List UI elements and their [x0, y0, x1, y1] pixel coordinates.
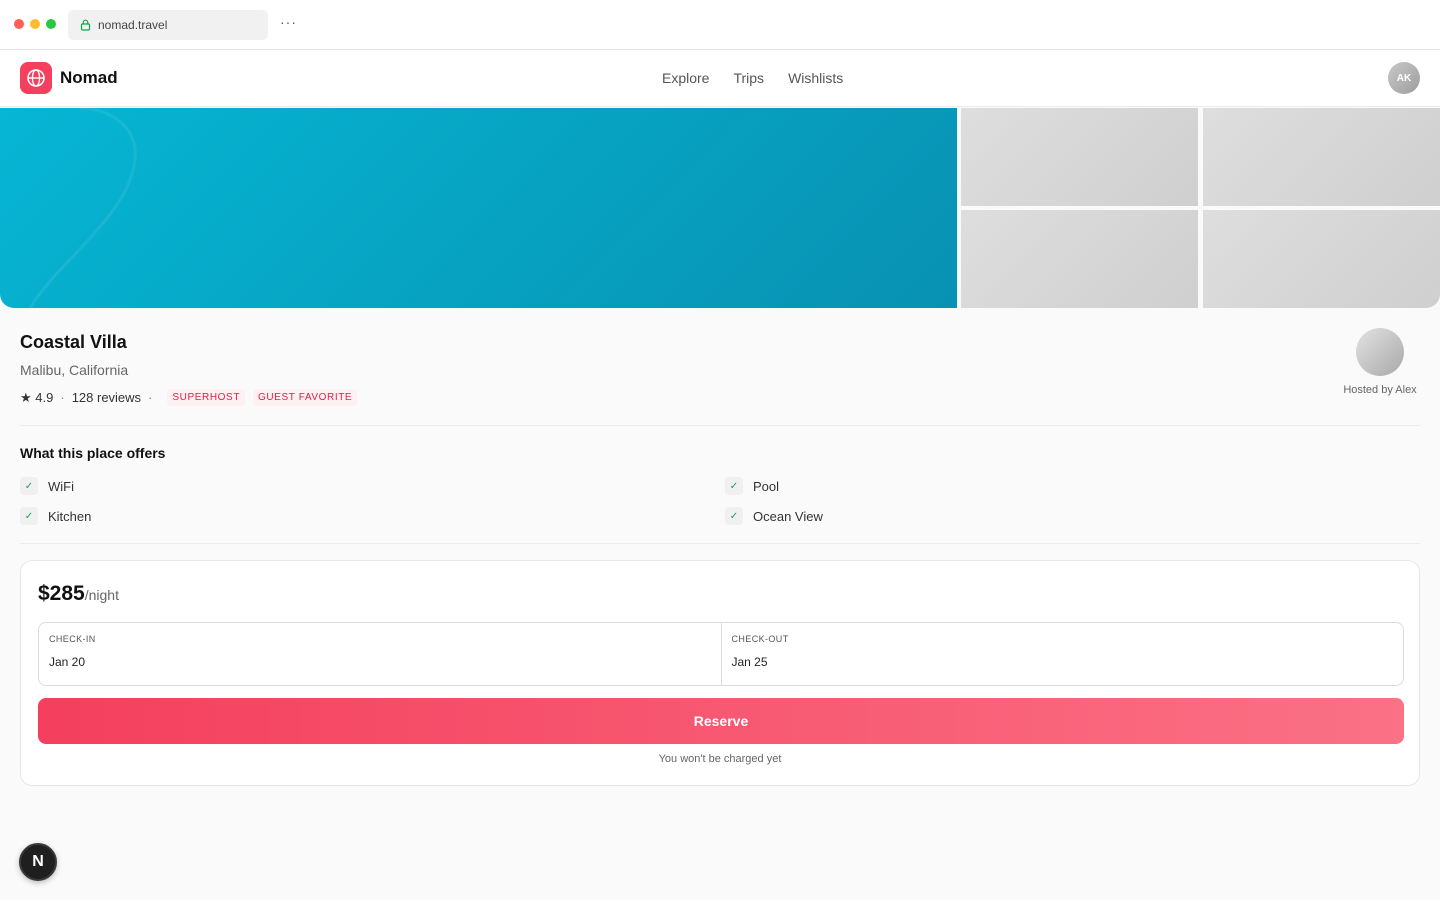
checkin-label: CHECK-IN [49, 634, 96, 644]
booking-card: $285 /night CHECK-IN Jan 20 CHECK-OUT Ja… [20, 560, 1420, 786]
charge-note: You won't be charged yet [658, 753, 782, 765]
amenity-label: WiFi [48, 478, 74, 494]
host-label: Hosted by Alex [1343, 384, 1417, 396]
reviews-link[interactable]: 128 reviews [72, 390, 141, 405]
rating: ★ 4.9 [20, 389, 54, 405]
amenities-title: What this place offers [20, 445, 166, 461]
window-controls [14, 19, 56, 29]
host-info[interactable]: Hosted by Alex [1340, 328, 1420, 396]
check-icon: ✓ [20, 507, 38, 525]
checkout-label: CHECK-OUT [731, 634, 789, 644]
minimize-window-button[interactable] [30, 19, 40, 29]
lock-icon [80, 19, 91, 31]
gallery-photo[interactable] [1203, 210, 1440, 308]
gallery-photo[interactable] [961, 210, 1198, 308]
check-icon: ✓ [725, 507, 743, 525]
divider [20, 543, 1420, 544]
price-unit: /night [84, 587, 119, 603]
listing-meta: ★ 4.9 · 128 reviews · SUPERHOST GUEST FA… [20, 389, 358, 406]
date-picker: CHECK-IN Jan 20 CHECK-OUT Jan 25 [38, 622, 1404, 686]
listing-location: Malibu, California [20, 362, 129, 378]
amenity-pool: ✓ Pool [725, 477, 779, 495]
separator-dot: · [60, 390, 65, 405]
nextjs-devtools-button[interactable]: N [19, 843, 57, 881]
separator-dot: · [148, 390, 153, 405]
globe-logo-icon[interactable] [20, 62, 52, 94]
checkout-value: Jan 25 [731, 655, 768, 669]
check-icon: ✓ [725, 477, 743, 495]
app-header: Nomad Explore Trips Wishlists AK [0, 50, 1440, 107]
user-avatar[interactable]: AK [1388, 62, 1420, 94]
browser-toolbar: nomad.travel ··· [0, 0, 1440, 50]
hero-photo[interactable] [0, 108, 957, 308]
more-options-icon[interactable]: ··· [280, 14, 297, 30]
address-bar[interactable]: nomad.travel [68, 10, 268, 40]
checkout-field[interactable]: CHECK-OUT Jan 25 [720, 623, 1404, 685]
host-avatar[interactable] [1356, 328, 1404, 376]
gallery-photo[interactable] [1203, 108, 1440, 206]
amenity-kitchen: ✓ Kitchen [20, 507, 91, 525]
amenity-label: Kitchen [48, 508, 92, 524]
amenity-label: Pool [753, 478, 780, 494]
amenity-wifi: ✓ WiFi [20, 477, 74, 495]
maximize-window-button[interactable] [46, 19, 56, 29]
nav-explore[interactable]: Explore [662, 70, 709, 86]
close-window-button[interactable] [14, 19, 24, 29]
checkin-field[interactable]: CHECK-IN Jan 20 [39, 623, 721, 685]
listing-title: Coastal Villa [20, 332, 127, 352]
photo-gallery [0, 108, 1440, 308]
superhost-badge: SUPERHOST [167, 389, 246, 406]
main-nav: Explore Trips Wishlists [662, 70, 843, 86]
gallery-photo[interactable] [961, 108, 1198, 206]
url-text: nomad.travel [98, 18, 168, 32]
check-icon: ✓ [20, 477, 38, 495]
price-amount: $285 [38, 582, 85, 605]
checkin-value: Jan 20 [49, 655, 86, 669]
amenity-label: Ocean View [753, 508, 823, 524]
nav-trips[interactable]: Trips [733, 70, 764, 86]
amenity-ocean-view: ✓ Ocean View [725, 507, 823, 525]
brand-name[interactable]: Nomad [60, 68, 118, 88]
price: $285 /night [38, 582, 119, 606]
divider [20, 425, 1420, 426]
nav-wishlists[interactable]: Wishlists [788, 70, 843, 86]
reserve-button[interactable]: Reserve [38, 698, 1404, 744]
guest-favorite-badge: GUEST FAVORITE [253, 389, 358, 406]
